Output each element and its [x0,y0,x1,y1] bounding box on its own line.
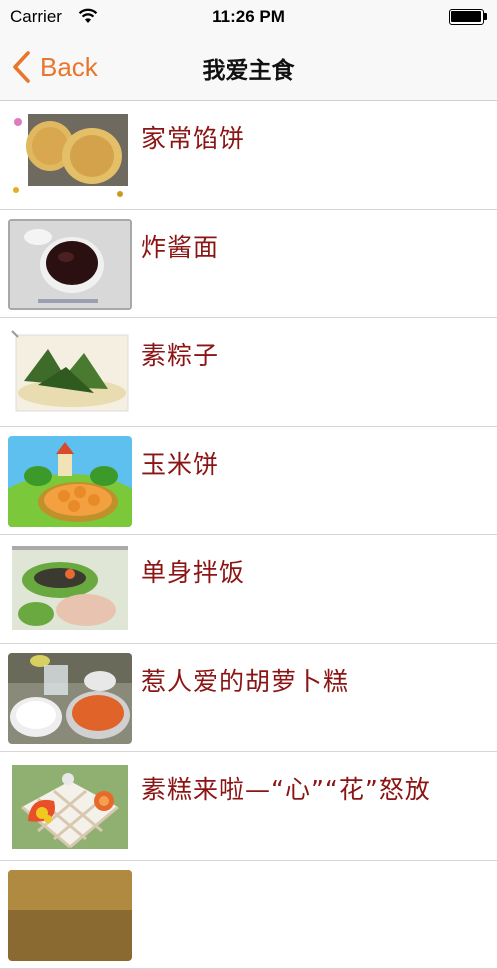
recipe-list: 家常馅饼 炸酱面 [0,101,497,969]
dish-thumbnail [8,870,132,961]
list-item[interactable]: 玉米饼 [0,427,497,536]
item-label: 素粽子 [141,336,219,372]
item-label: 炸酱面 [141,228,219,264]
dish-thumbnail [8,544,132,635]
battery-icon [449,9,487,25]
dish-thumbnail [8,653,132,744]
list-item[interactable]: 单身拌饭 [0,535,497,644]
dish-thumbnail [8,436,132,527]
item-label: 惹人爱的胡萝卜糕 [141,662,349,698]
list-item[interactable]: 家常馅饼 [0,101,497,210]
list-item[interactable]: 素粽子 [0,318,497,427]
item-label: 家常馅饼 [141,119,245,155]
item-label: 单身拌饭 [141,553,245,589]
list-item[interactable] [0,861,497,969]
navigation-bar: Back 我爱主食 [0,34,497,101]
item-label: 素糕来啦—“心”“花”怒放 [141,770,431,806]
dish-thumbnail [8,327,132,418]
list-item[interactable]: 惹人爱的胡萝卜糕 [0,644,497,753]
item-label: 玉米饼 [141,445,219,481]
dish-thumbnail [8,110,132,201]
dish-thumbnail [8,219,132,310]
list-item[interactable]: 素糕来啦—“心”“花”怒放 [0,752,497,861]
page-title: 我爱主食 [0,51,497,85]
dish-thumbnail [8,761,132,852]
list-item[interactable]: 炸酱面 [0,210,497,319]
status-bar: Carrier 11:26 PM [0,0,497,34]
clock: 11:26 PM [0,7,497,27]
